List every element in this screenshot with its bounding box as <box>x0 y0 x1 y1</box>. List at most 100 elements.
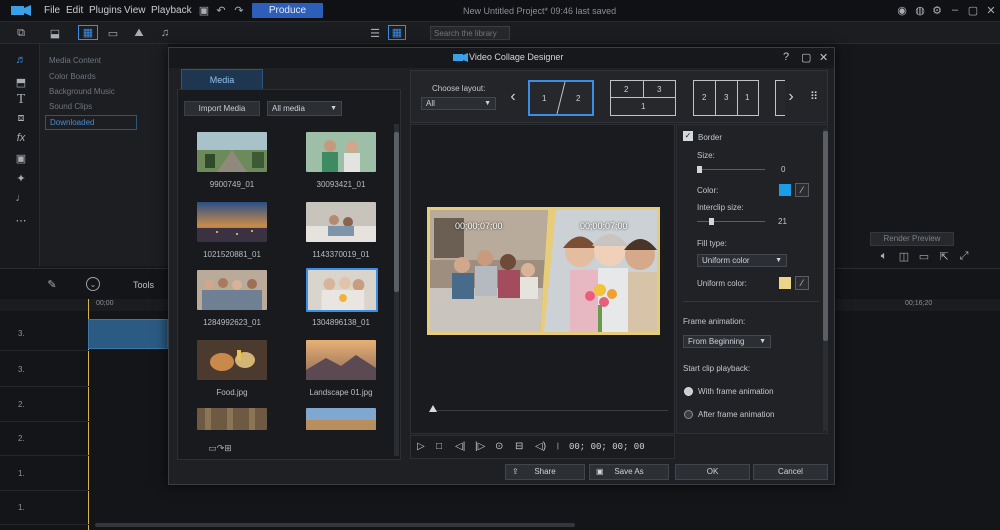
media-thumb-selected[interactable] <box>306 268 378 312</box>
settings-scrollbar[interactable] <box>823 129 828 431</box>
list-view-icon[interactable]: ☰ <box>368 27 382 40</box>
library-item-background-music[interactable]: Background Music <box>49 87 115 96</box>
maximize-icon[interactable]: ▢ <box>967 4 979 17</box>
music-filter-icon[interactable]: ♫ <box>158 27 172 39</box>
media-scrollbar[interactable] <box>394 124 399 456</box>
snapshot-icon[interactable]: ⊙ <box>495 441 503 452</box>
library-item-sound-clips[interactable]: Sound Clips <box>49 102 92 111</box>
volume-icon[interactable]: ◁) <box>535 441 546 452</box>
play-icon[interactable]: ▷ <box>417 441 425 452</box>
menu-view[interactable]: View <box>124 5 146 16</box>
undo-icon[interactable]: ↶ <box>215 4 227 17</box>
title-room-icon[interactable]: T <box>12 92 30 108</box>
snapshot-icon[interactable]: ◫ <box>898 250 910 263</box>
layout-filter-select[interactable]: All ▼ <box>421 97 496 110</box>
settings-scroll-thumb[interactable] <box>823 131 828 341</box>
grid-more-icon[interactable]: ⠿ <box>807 89 821 103</box>
more-rooms-icon[interactable]: ⋯ <box>12 212 30 228</box>
slider-knob[interactable] <box>709 218 714 225</box>
eyedropper-icon[interactable]: ⁄ <box>795 276 809 290</box>
menu-plugins[interactable]: Plugins <box>89 5 122 16</box>
tools-menu[interactable]: Tools <box>133 280 154 290</box>
layout-option-selected[interactable]: 1 2 <box>528 80 594 116</box>
grid-view-icon[interactable]: ▦ <box>388 25 406 40</box>
particle-room-icon[interactable]: ✦ <box>12 170 30 186</box>
quality-icon[interactable]: ⊟ <box>515 441 523 452</box>
transition-room-icon[interactable]: ⧈ <box>12 110 30 126</box>
import-icon[interactable]: ⬓ <box>48 27 62 40</box>
maximize-dialog-icon[interactable]: ▢ <box>801 51 811 64</box>
tab-media[interactable]: Media <box>181 69 263 89</box>
media-scroll-thumb[interactable] <box>394 132 399 292</box>
close-app-icon[interactable]: ✕ <box>985 4 997 17</box>
layout-option[interactable]: 2 3 1 <box>693 80 759 116</box>
media-thumb[interactable] <box>306 408 376 430</box>
media-filter-select[interactable]: All media ▼ <box>267 101 342 116</box>
fullscreen-icon[interactable]: ⤢ <box>958 250 970 262</box>
media-room-icon[interactable]: ♬ <box>12 52 30 68</box>
save-as-button[interactable]: ▣ Save As <box>589 464 669 480</box>
redo-icon[interactable]: ↷ <box>233 4 245 17</box>
update-icon[interactable]: ◍ <box>914 4 926 17</box>
photo-filter-icon[interactable]: ⛰ <box>132 27 146 39</box>
border-color-swatch[interactable] <box>779 184 791 196</box>
media-thumb[interactable] <box>306 340 376 380</box>
chevron-left-icon[interactable]: ‹ <box>507 87 519 107</box>
library-item-media-content[interactable]: Media Content <box>49 56 101 65</box>
media-thumb[interactable] <box>197 132 267 172</box>
menu-edit[interactable]: Edit <box>66 5 83 16</box>
save-icon[interactable]: ▣ <box>198 4 210 17</box>
help-button[interactable]: ? <box>783 51 789 63</box>
external-icon[interactable]: ⇱ <box>938 250 950 263</box>
volume-icon[interactable]: 🔈︎ <box>878 250 890 262</box>
next-frame-icon[interactable]: |▷ <box>475 441 485 452</box>
minimize-icon[interactable]: – <box>949 4 961 16</box>
import-media-button[interactable]: Import Media <box>184 101 260 116</box>
media-thumb[interactable] <box>197 408 267 430</box>
timeline-clip[interactable] <box>88 319 168 349</box>
media-thumb[interactable] <box>306 132 376 172</box>
timeline-scrollbar[interactable] <box>95 523 575 527</box>
previous-frame-icon[interactable]: ◁| <box>455 441 465 452</box>
render-preview-button[interactable]: Render Preview <box>870 232 954 246</box>
stop-icon[interactable]: □ <box>436 441 442 452</box>
pip-room-icon[interactable]: ▣ <box>12 150 30 166</box>
fx-room-icon[interactable]: fx <box>12 130 30 146</box>
layout-option[interactable]: 2 3 1 <box>610 80 676 116</box>
library-item-downloaded[interactable]: Downloaded <box>45 115 137 130</box>
layout-option-partial[interactable] <box>775 80 785 116</box>
interclip-slider[interactable] <box>697 218 765 225</box>
edit-pen-icon[interactable]: ✎ <box>44 277 60 291</box>
slider-knob[interactable] <box>697 166 702 173</box>
scrubber-handle-icon[interactable] <box>429 405 437 412</box>
library-toggle-icon[interactable]: ⧉ <box>14 27 28 39</box>
size-slider[interactable] <box>697 166 765 173</box>
border-checkbox[interactable]: ✓ <box>683 131 693 141</box>
effects-room-icon[interactable]: ⬒ <box>12 74 30 90</box>
fill-color-swatch[interactable] <box>779 277 791 289</box>
menu-playback[interactable]: Playback <box>151 5 192 16</box>
radio-after-frame-animation[interactable] <box>684 410 693 419</box>
produce-button[interactable]: Produce <box>252 3 323 18</box>
account-icon[interactable]: ◉ <box>896 4 908 17</box>
collage-frame[interactable]: 00;00;07;00 00;00;07;00 <box>427 207 660 335</box>
media-thumb[interactable] <box>197 340 267 380</box>
close-dialog-icon[interactable]: ✕ <box>819 51 828 64</box>
settings-gear-icon[interactable]: ⚙ <box>931 4 943 17</box>
display-icon[interactable]: ▭ <box>918 250 930 263</box>
media-thumb[interactable] <box>197 270 267 310</box>
image-filter-icon[interactable]: ▭ <box>106 27 120 40</box>
radio-with-frame-animation[interactable] <box>684 387 693 396</box>
share-button[interactable]: ⇪ Share <box>505 464 585 480</box>
ok-button[interactable]: OK <box>675 464 750 480</box>
menu-file[interactable]: File <box>44 5 60 16</box>
cancel-button[interactable]: Cancel <box>753 464 828 480</box>
fill-type-select[interactable]: Uniform color ▼ <box>697 254 787 267</box>
audio-room-icon[interactable]: ♩ <box>12 190 30 206</box>
frame-animation-select[interactable]: From Beginning ▼ <box>683 335 771 348</box>
media-thumb[interactable] <box>197 202 267 242</box>
chevron-right-icon[interactable]: › <box>785 87 797 107</box>
timeline-dropdown-icon[interactable]: ⌄ <box>86 277 100 291</box>
eyedropper-icon[interactable]: ⁄ <box>795 183 809 197</box>
library-search-input[interactable] <box>430 26 510 40</box>
